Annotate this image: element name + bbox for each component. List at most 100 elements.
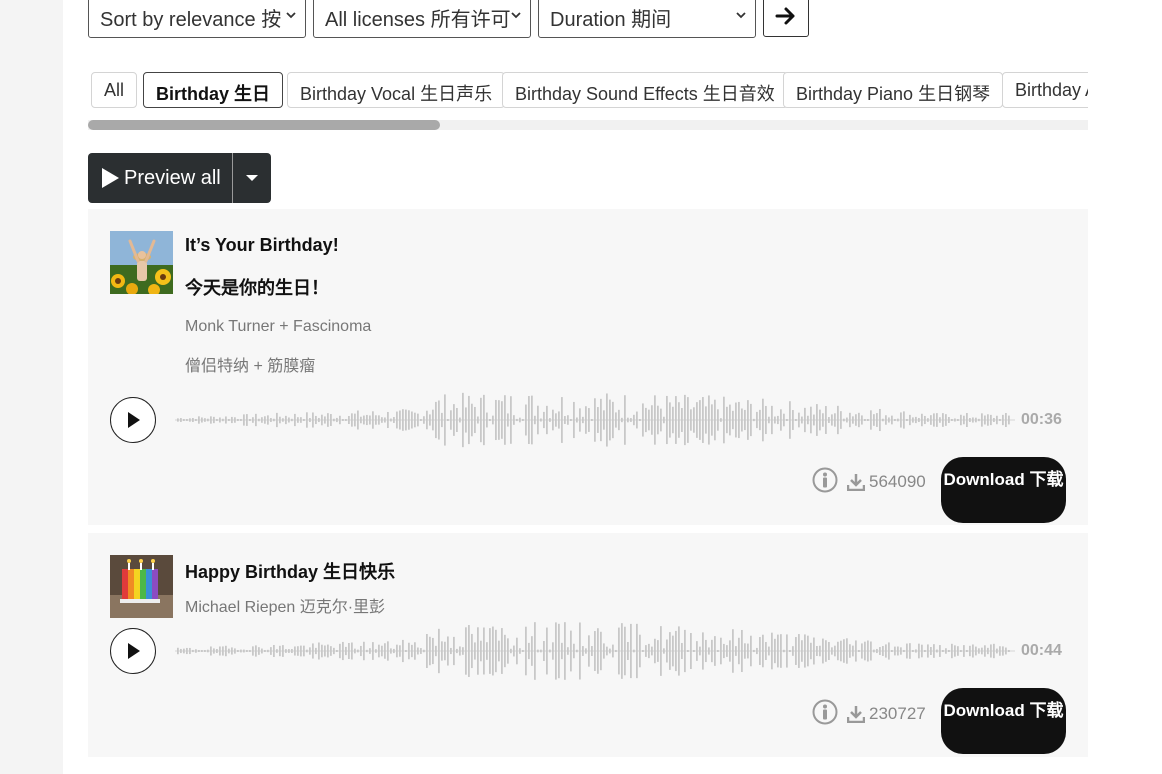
tag-birthday-vocal[interactable]: Birthday Vocal 生日声乐 [287,72,506,108]
waveform-bar [1002,646,1004,656]
info-icon[interactable] [812,699,838,725]
waveform-bar [558,411,560,429]
waveform-bar [222,646,224,656]
waveform-bar [351,642,353,660]
waveform-bar [342,641,344,661]
preview-options-button[interactable] [233,153,271,203]
waveform-bar [873,649,875,653]
tag-birthday[interactable]: Birthday 生日 [143,72,284,108]
waveform-bar [375,649,377,653]
track-title[interactable]: Happy Birthday 生日快乐 [185,558,395,584]
waveform-bar [594,398,596,442]
waveform[interactable] [175,619,1015,683]
waveform-bar [537,405,539,435]
waveform-bar [336,650,338,652]
play-button[interactable] [110,397,156,443]
waveform-bar [837,641,839,661]
waveform-bar [642,650,644,652]
waveform-bar [822,638,824,664]
chevron-down-icon [286,12,296,19]
preview-all-label: Preview all [124,166,221,189]
waveform-bar [189,418,191,422]
waveform-bar [507,413,509,427]
waveform-bar [612,644,614,658]
tags-scrollbar-thumb[interactable] [88,120,440,130]
waveform-bar [927,644,929,658]
waveform-bar [540,649,542,653]
waveform-bar [213,416,215,424]
waveform-bar [624,395,626,445]
track-artist[interactable]: Monk Turner + Fascinoma [185,318,371,336]
waveform-bar [912,650,914,652]
waveform-bar [486,412,488,428]
waveform-bar [882,418,884,422]
sort-select[interactable]: Sort by relevance 按 [88,0,306,38]
tag-birthday-sound-effects[interactable]: Birthday Sound Effects 生日音效 [502,72,788,108]
play-button[interactable] [110,628,156,674]
download-button[interactable]: Download 下载 [941,457,1066,523]
duration-select[interactable]: Duration 期间 [538,0,756,38]
waveform-bar [192,417,194,423]
waveform-bar [180,648,182,654]
waveform-bar [228,419,230,421]
waveform-bar [429,636,431,666]
waveform-bar [657,405,659,435]
waveform-bar [894,646,896,656]
waveform-bar [999,646,1001,656]
tag-birthday-a[interactable]: Birthday A [1002,72,1088,108]
waveform-bar [927,418,929,422]
track-cover[interactable] [110,555,173,618]
waveform-bar [300,645,302,657]
track-artist-cn[interactable]: 僧侣特纳 + 筋膜瘤 [185,352,315,376]
download-button[interactable]: Download 下载 [941,688,1066,754]
waveform-bar [897,418,899,422]
waveform-bar [744,643,746,659]
waveform-bar [639,634,641,668]
waveform-bar [237,418,239,422]
waveform-bar [807,415,809,425]
cover-image [110,231,173,294]
waveform-bar [636,411,638,429]
license-select-value: All licenses 所有许可 [325,9,511,31]
waveform-bar [903,411,905,429]
waveform-bar [930,415,932,425]
track-title-cn[interactable]: 今天是你的生日！ [185,274,329,300]
waveform-bar [897,646,899,656]
waveform-bar [324,416,326,424]
waveform-bar [567,415,569,425]
waveform-bar [459,646,461,656]
apply-filters-button[interactable] [763,0,809,37]
waveform-bar [618,409,620,431]
waveform-bar [288,649,290,653]
track-title[interactable]: It’s Your Birthday! [185,235,339,256]
waveform-bar [645,407,647,433]
download-count-value: 564090 [869,472,926,491]
waveform-bar [780,634,782,668]
waveform-bar [747,400,749,440]
waveform-bar [651,405,653,435]
waveform-bar [942,413,944,427]
tag-birthday-piano[interactable]: Birthday Piano 生日钢琴 [783,72,1004,108]
waveform-bar [1008,650,1010,652]
waveform-bar [756,647,758,655]
tag-all[interactable]: All [91,72,138,108]
waveform-bar [807,635,809,667]
waveform-bar [402,639,404,663]
arrow-right-icon [775,7,795,24]
waveform-bar [654,395,656,445]
waveform-bar [534,415,536,425]
waveform-bar [474,642,476,660]
preview-all-button[interactable]: Preview all [88,153,232,203]
waveform[interactable] [175,388,1015,452]
track-cover[interactable] [110,231,173,294]
waveform-bar [1008,415,1010,425]
info-icon[interactable] [812,467,838,493]
license-select[interactable]: All licenses 所有许可 [313,0,531,38]
waveform-bar [255,413,257,427]
waveform-bar [579,408,581,432]
waveform-bar [351,413,353,427]
waveform-bar [246,414,248,426]
track-artist[interactable]: Michael Riepen 迈克尔·里彭 [185,593,385,617]
waveform-bar [414,412,416,428]
waveform-bar [519,648,521,654]
